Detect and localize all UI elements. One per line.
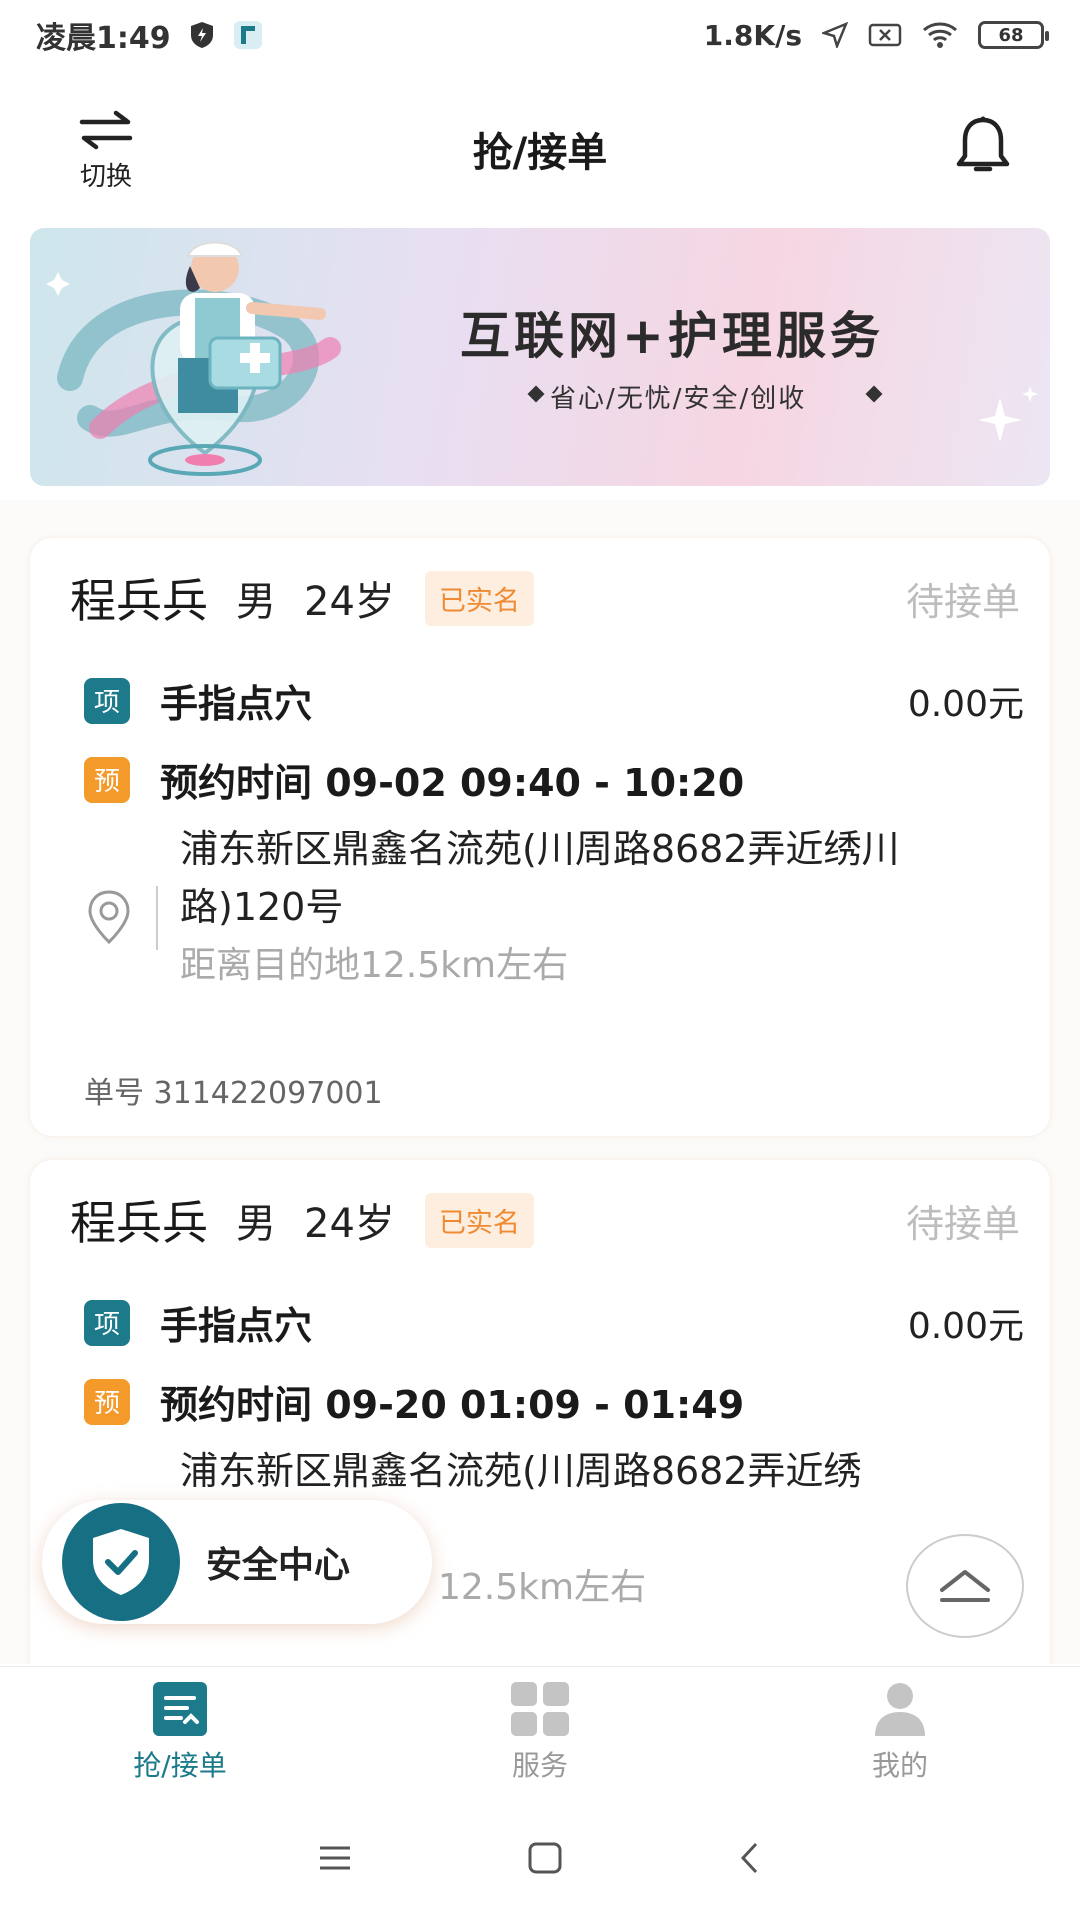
service-row: 项 手指点穴 0.00元: [84, 1295, 1024, 1350]
card-header: 程兵兵 男 24岁 已实名 待接单: [70, 1190, 1020, 1250]
diamond-left-icon: [527, 385, 545, 403]
net-speed: 1.8K/s: [703, 18, 802, 52]
order-status: 待接单: [905, 579, 1020, 624]
no-sim-icon: [868, 23, 902, 47]
booking-tag: 预: [84, 1378, 130, 1425]
banner-title: 互联网+护理服务: [460, 307, 884, 365]
safety-center-label: 安全中心: [206, 1545, 351, 1586]
wifi-icon: [923, 22, 957, 48]
nurse-illustration: [46, 241, 341, 476]
appointment-time: 预约时间 09-02 09:40 - 10:20: [160, 761, 745, 805]
distance: 12.5km左右: [438, 1567, 647, 1608]
service-address: 浦东新区鼎鑫名流苑(川周路8682弄近绣: [180, 1449, 862, 1493]
card-header: 程兵兵 男 24岁 已实名 待接单: [70, 568, 1020, 628]
patient-gender: 男: [236, 579, 276, 625]
service-name: 手指点穴: [160, 682, 313, 726]
patient-gender: 男: [236, 1201, 276, 1247]
status-bar: 凌晨1:49 1.8K/s 68: [0, 0, 1080, 70]
distance: 距离目的地12.5km左右: [180, 945, 569, 986]
system-nav-bar: [0, 1796, 1080, 1920]
patient-name: 程兵兵: [70, 574, 208, 628]
item-tag: 项: [84, 677, 130, 724]
tab-profile[interactable]: 我的: [720, 1667, 1080, 1796]
service-price: 0.00元: [907, 683, 1024, 725]
promo-banner[interactable]: 互联网+护理服务 省心/无忧/安全/创收: [30, 228, 1050, 486]
back-icon[interactable]: [738, 1841, 762, 1875]
banner-subtitle: 省心/无忧/安全/创收: [550, 384, 807, 414]
order-list-icon: [153, 1681, 207, 1736]
grid-icon: [511, 1681, 569, 1736]
item-tag: 项: [84, 1299, 130, 1346]
bell-icon[interactable]: [954, 116, 1012, 178]
back-to-top-button[interactable]: [906, 1534, 1024, 1638]
app-notification-icon: [233, 21, 262, 49]
service-row: 项 手指点穴 0.00元: [84, 673, 1024, 728]
tab-services[interactable]: 服务: [360, 1667, 720, 1796]
menu-icon[interactable]: [318, 1844, 352, 1872]
bottom-tab-bar: 抢/接单 服务 我的: [0, 1666, 1080, 1796]
service-name: 手指点穴: [160, 1304, 313, 1348]
screen: 凌晨1:49 1.8K/s 68 切换 抢/接单 互联网+护理服务 省心/无忧/…: [0, 0, 1080, 1920]
shield-status-icon: [190, 22, 213, 48]
arrow-up-icon: [940, 1570, 990, 1602]
location-pin-icon: [88, 890, 130, 945]
order-status: 待接单: [905, 1201, 1020, 1246]
verified-badge: 已实名: [424, 1192, 534, 1248]
tab-label: 我的: [871, 1748, 928, 1782]
tab-grab-orders[interactable]: 抢/接单: [0, 1667, 360, 1796]
order-number: 单号 311422097001: [84, 1076, 383, 1111]
patient-age: 24岁: [304, 579, 395, 625]
verified-badge: 已实名: [424, 570, 534, 626]
appointment-time: 预约时间 09-20 01:09 - 01:49: [160, 1383, 745, 1427]
tab-label: 抢/接单: [133, 1748, 227, 1782]
shield-check-icon: [62, 1503, 180, 1621]
battery-icon: 68: [978, 21, 1049, 49]
person-icon: [875, 1682, 925, 1736]
service-address: 浦东新区鼎鑫名流苑(川周路8682弄近绣川路)120号: [180, 827, 900, 929]
page-title: 抢/接单: [472, 130, 608, 176]
order-card[interactable]: 程兵兵 男 24岁 已实名 待接单 项 手指点穴 0.00元 预 预约时间 09…: [30, 538, 1050, 1136]
order-list[interactable]: 程兵兵 男 24岁 已实名 待接单 项 手指点穴 0.00元 预 预约时间 09…: [0, 500, 1080, 1664]
booking-tag: 预: [84, 756, 130, 803]
service-price: 0.00元: [907, 1305, 1024, 1347]
sparkle-icon: [978, 386, 1038, 442]
location-arrow-icon: [822, 22, 848, 48]
address-divider: [156, 886, 158, 950]
diamond-right-icon: [865, 385, 883, 403]
tab-label: 服务: [511, 1748, 568, 1782]
battery-level: 68: [998, 24, 1024, 46]
patient-name: 程兵兵: [70, 1196, 208, 1250]
header: 切换 抢/接单: [0, 90, 1080, 210]
patient-age: 24岁: [304, 1201, 395, 1247]
status-time: 凌晨1:49: [36, 21, 171, 56]
home-icon[interactable]: [528, 1842, 562, 1874]
safety-center-button[interactable]: 安全中心: [42, 1500, 432, 1624]
appointment-row: 预 预约时间 09-02 09:40 - 10:20: [84, 752, 1024, 807]
appointment-row: 预 预约时间 09-20 01:09 - 01:49: [84, 1374, 1024, 1429]
